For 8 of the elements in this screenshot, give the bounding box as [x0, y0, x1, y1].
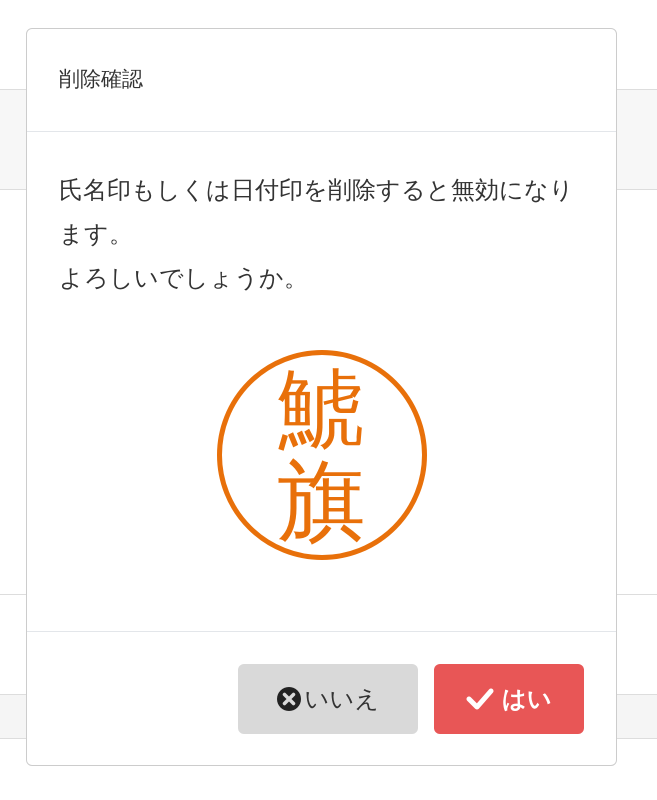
message-text: よろしいでしょうか。	[59, 263, 309, 294]
yes-button[interactable]: はい	[434, 664, 584, 734]
seal-stamp: 鯱旗	[216, 350, 426, 560]
no-button[interactable]: いいえ	[238, 664, 418, 734]
dialog-title: 削除確認	[59, 66, 143, 94]
message-text: 氏名印もしくは日付印を削除すると無効になります。	[59, 175, 575, 250]
check-icon	[466, 686, 494, 710]
close-icon	[276, 686, 300, 710]
